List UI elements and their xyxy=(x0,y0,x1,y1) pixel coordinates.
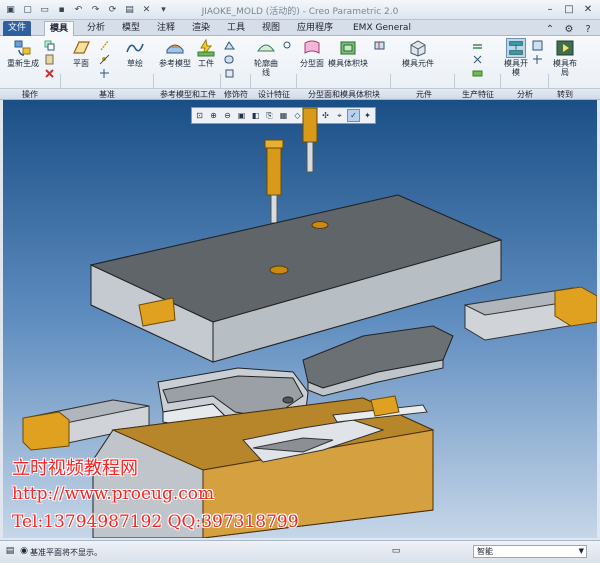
skirt-icon[interactable] xyxy=(282,40,293,51)
mold-volume-label: 模具体积块 xyxy=(328,59,368,68)
silhouette-curve-icon xyxy=(257,44,275,52)
workpiece-label: 工件 xyxy=(198,59,214,68)
tab-emx-general[interactable]: EMX General xyxy=(348,21,416,36)
runner-icon[interactable] xyxy=(472,68,483,79)
ribbon-tabs: 文件 模具 分析 模型 注释 渲染 工具 视图 应用程序 EMX General… xyxy=(0,20,600,36)
sprue-bushing xyxy=(264,139,284,224)
title-bar: ▣ ▢ ▭ ▪ ↶ ↷ ⟳ ▤ ✕ ▾ JIAOKE_MOLD (活动的) - … xyxy=(0,0,600,20)
tab-mold[interactable]: 模具 xyxy=(44,21,75,36)
parting-surface-button[interactable]: 分型面 xyxy=(300,38,324,68)
split-icon[interactable] xyxy=(374,40,385,51)
group-label-analysis[interactable]: 分析 xyxy=(502,89,548,100)
workpiece-icon xyxy=(197,38,215,57)
parting-surface-label: 分型面 xyxy=(300,59,324,68)
status-bar: ▤ ◉ 基准平面将不显示。 ▭ 智能 ▼ xyxy=(0,540,600,563)
creo-app-window: ▣ ▢ ▭ ▪ ↶ ↷ ⟳ ▤ ✕ ▾ JIAOKE_MOLD (活动的) - … xyxy=(0,0,600,563)
group-label-parting[interactable]: 分型面和模具体积块 xyxy=(298,89,390,100)
shrink-icon[interactable] xyxy=(224,68,235,79)
copy-icon[interactable] xyxy=(44,40,55,51)
mold-open-button[interactable]: 模具开模 xyxy=(503,38,529,77)
maximize-icon[interactable]: □ xyxy=(561,2,577,17)
ribbon-group-labels: 操作 基准 参考模型和工件 修饰符 设计特征 分型面和模具体积块 元件 生产特征… xyxy=(0,88,600,100)
group-label-operations[interactable]: 操作 xyxy=(10,89,50,100)
mold-open-icon xyxy=(506,38,526,58)
point-icon[interactable] xyxy=(99,54,110,65)
plane-label: 平面 xyxy=(73,59,89,68)
tab-bar-tools: ⌃ ⚙ ? xyxy=(542,22,596,37)
reference-model-label: 参考模型 xyxy=(159,59,191,68)
selection-filter-value: 智能 xyxy=(477,547,493,556)
mold-layout-button[interactable]: 模具布局 xyxy=(552,38,578,77)
mold-layout-icon xyxy=(556,40,574,56)
tab-analysis[interactable]: 分析 xyxy=(82,21,110,36)
close-icon[interactable]: ✕ xyxy=(580,2,596,17)
model-tree-toggle-icon[interactable]: ▤ xyxy=(4,545,16,557)
regenerate-button[interactable]: 重新生成 xyxy=(4,38,42,68)
group-label-components[interactable]: 元件 xyxy=(404,89,444,100)
plane-icon xyxy=(73,41,90,54)
group-label-design-features[interactable]: 设计特征 xyxy=(252,89,296,100)
thickness-icon[interactable] xyxy=(532,54,543,65)
ejector-pin xyxy=(302,107,318,173)
regenerate-label: 重新生成 xyxy=(7,59,39,68)
minimize-icon[interactable]: – xyxy=(542,2,558,17)
settings-icon[interactable]: ⚙ xyxy=(561,22,577,37)
minimize-ribbon-icon[interactable]: ⌃ xyxy=(542,22,558,37)
waterline-icon[interactable] xyxy=(472,40,483,51)
watermark-title: 立时视频教程网 xyxy=(12,458,138,479)
graphics-window[interactable]: ⊡ ⊕ ⊖ ▣ ◧ ⎘ ▦ ◇ ⁄ ✣ ⌖ ✓ ✦ xyxy=(3,100,597,538)
mold-layout-label: 模具布局 xyxy=(553,59,577,77)
mold-component-icon xyxy=(410,40,426,57)
mold-component-button[interactable]: 模具元件 xyxy=(398,38,438,68)
tab-view[interactable]: 视图 xyxy=(257,21,285,36)
csys-icon[interactable] xyxy=(99,68,110,79)
regenerate-icon xyxy=(14,40,31,56)
group-label-modifiers[interactable]: 修饰符 xyxy=(222,89,250,100)
parting-surface-icon xyxy=(304,40,320,54)
sketch-button[interactable]: 草绘 xyxy=(120,38,150,68)
tab-applications[interactable]: 应用程序 xyxy=(292,21,338,36)
sketch-label: 草绘 xyxy=(127,59,143,68)
paste-icon[interactable] xyxy=(44,54,55,65)
workpiece-button[interactable]: 工件 xyxy=(194,38,218,68)
tab-tools[interactable]: 工具 xyxy=(222,21,250,36)
delete-icon[interactable] xyxy=(44,68,55,79)
reference-model-icon xyxy=(166,44,184,54)
silhouette-curve-button[interactable]: 轮廓曲线 xyxy=(253,38,279,77)
group-label-goto[interactable]: 转到 xyxy=(550,89,580,100)
axis-icon[interactable] xyxy=(99,40,110,51)
plane-button[interactable]: 平面 xyxy=(66,38,96,68)
draft-check-icon[interactable] xyxy=(532,40,543,51)
watermark-url: http://www.proeug.com xyxy=(12,484,215,504)
watermark-contact: Tel:13794987192 QQ:397318799 xyxy=(12,512,299,532)
status-message: 基准平面将不显示。 xyxy=(30,548,102,557)
round-icon[interactable] xyxy=(224,54,235,65)
core-insert-right xyxy=(302,325,454,397)
mold-component-label: 模具元件 xyxy=(402,59,434,68)
silhouette-curve-label: 轮廓曲线 xyxy=(254,59,278,77)
tab-annotate[interactable]: 注释 xyxy=(152,21,180,36)
draft-icon[interactable] xyxy=(224,40,235,51)
sketch-icon xyxy=(126,43,144,53)
full-screen-icon[interactable]: ▭ xyxy=(390,545,402,557)
selection-filter[interactable]: 智能 ▼ xyxy=(473,545,587,558)
group-label-production[interactable]: 生产特征 xyxy=(455,89,501,100)
tab-file[interactable]: 文件 xyxy=(3,21,32,36)
reference-model-button[interactable]: 参考模型 xyxy=(157,38,193,68)
tab-model[interactable]: 模型 xyxy=(117,21,145,36)
group-label-ref-model[interactable]: 参考模型和工件 xyxy=(155,89,221,100)
help-icon[interactable]: ? xyxy=(580,22,596,37)
right-slide-block xyxy=(463,286,597,341)
window-controls: – □ ✕ xyxy=(542,2,596,17)
mold-open-label: 模具开模 xyxy=(504,59,528,77)
window-title: JIAOKE_MOLD (活动的) - Creo Parametric 2.0 xyxy=(201,7,399,17)
mold-volume-button[interactable]: 模具体积块 xyxy=(326,38,370,68)
group-label-datum[interactable]: 基准 xyxy=(90,89,124,100)
chevron-down-icon: ▼ xyxy=(578,547,584,555)
ejector-icon[interactable] xyxy=(472,54,483,65)
message-icon[interactable]: ◉ xyxy=(18,545,30,557)
tab-render[interactable]: 渲染 xyxy=(187,21,215,36)
mold-volume-icon xyxy=(340,41,356,55)
